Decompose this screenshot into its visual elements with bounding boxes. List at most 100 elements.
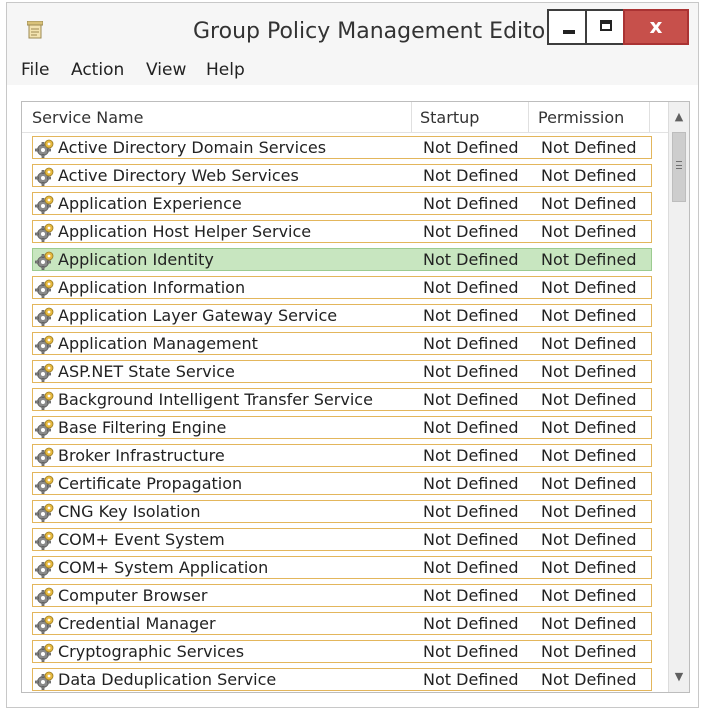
service-name-cell: COM+ System Application: [58, 558, 269, 577]
service-gear-icon: [35, 278, 55, 298]
service-name-cell: Data Deduplication Service: [58, 670, 277, 689]
startup-cell: Not Defined: [423, 642, 519, 661]
service-name-cell: Cryptographic Services: [58, 642, 245, 661]
scrollbar-thumb[interactable]: [672, 132, 686, 202]
table-row[interactable]: Application Identity Not Defined Not Defin…: [32, 248, 652, 271]
table-row[interactable]: COM+ System Application Not Defined Not De…: [32, 556, 652, 579]
service-gear-icon: [35, 418, 55, 438]
table-row[interactable]: Certificate Propagation Not Defined Not De…: [32, 472, 652, 495]
chevron-down-icon[interactable]: ▼: [672, 670, 686, 684]
startup-cell: Not Defined: [423, 586, 519, 605]
service-gear-icon: [35, 334, 55, 354]
policy-document-icon: [27, 21, 43, 39]
table-row[interactable]: Application Host Helper Service Not Defin…: [32, 220, 652, 243]
service-name-cell: Credential Manager: [58, 614, 216, 633]
table-row[interactable]: Application Information Not Defined Not De…: [32, 276, 652, 299]
service-name-cell: Active Directory Domain Services: [58, 138, 327, 157]
minimize-icon: [563, 30, 575, 34]
service-gear-icon: [35, 166, 55, 186]
permission-cell: Not Defined: [541, 530, 637, 549]
service-gear-icon: [35, 614, 55, 634]
service-name-cell: Background Intelligent Transfer Service: [58, 390, 373, 409]
service-name-cell: Base Filtering Engine: [58, 418, 227, 437]
table-row[interactable]: CNG Key Isolation Not Defined Not Defined: [32, 500, 652, 523]
service-gear-icon: [35, 530, 55, 550]
column-divider[interactable]: [528, 102, 529, 132]
permission-cell: Not Defined: [541, 502, 637, 521]
table-row[interactable]: Active Directory Domain Services Not Defi…: [32, 136, 652, 159]
service-name-cell: Application Identity: [58, 250, 214, 269]
permission-cell: Not Defined: [541, 670, 637, 689]
service-gear-icon: [35, 642, 55, 662]
startup-cell: Not Defined: [423, 362, 519, 381]
permission-cell: Not Defined: [541, 418, 637, 437]
vertical-scrollbar[interactable]: ▲ ▼: [668, 102, 689, 692]
service-name-cell: Broker Infrastructure: [58, 446, 225, 465]
startup-cell: Not Defined: [423, 558, 519, 577]
menu-view[interactable]: View: [146, 60, 186, 80]
chevron-up-icon[interactable]: ▲: [672, 110, 686, 124]
startup-cell: Not Defined: [423, 138, 519, 157]
maximize-icon: [600, 20, 612, 31]
window-title: Group Policy Management Editor: [193, 19, 555, 44]
service-gear-icon: [35, 194, 55, 214]
table-row[interactable]: ASP.NET State Service Not Defined Not Defi…: [32, 360, 652, 383]
service-gear-icon: [35, 362, 55, 382]
service-gear-icon: [35, 446, 55, 466]
service-gear-icon: [35, 558, 55, 578]
table-row[interactable]: Application Experience Not Defined Not Def…: [32, 192, 652, 215]
service-gear-icon: [35, 250, 55, 270]
table-row[interactable]: Background Intelligent Transfer Service N…: [32, 388, 652, 411]
column-header-service-name[interactable]: Service Name: [32, 108, 143, 127]
service-name-cell: CNG Key Isolation: [58, 502, 201, 521]
permission-cell: Not Defined: [541, 306, 637, 325]
startup-cell: Not Defined: [423, 222, 519, 241]
table-row[interactable]: Broker Infrastructure Not Defined Not Defi…: [32, 444, 652, 467]
table-row[interactable]: Credential Manager Not Defined Not Defined: [32, 612, 652, 635]
menu-bar: File Action View Help: [7, 55, 698, 85]
startup-cell: Not Defined: [423, 166, 519, 185]
table-row[interactable]: Computer Browser Not Defined Not Defined: [32, 584, 652, 607]
permission-cell: Not Defined: [541, 138, 637, 157]
startup-cell: Not Defined: [423, 474, 519, 493]
menu-help[interactable]: Help: [206, 60, 245, 80]
editor-window: Group Policy Management Editor x File Ac…: [6, 2, 699, 708]
permission-cell: Not Defined: [541, 474, 637, 493]
services-list[interactable]: Service Name Startup Permission Active D…: [21, 101, 690, 693]
table-row[interactable]: Data Deduplication Service Not Defined Not…: [32, 668, 652, 691]
title-bar[interactable]: Group Policy Management Editor x: [7, 3, 698, 55]
service-gear-icon: [35, 138, 55, 158]
startup-cell: Not Defined: [423, 670, 519, 689]
service-gear-icon: [35, 222, 55, 242]
close-button[interactable]: x: [623, 9, 689, 45]
permission-cell: Not Defined: [541, 194, 637, 213]
permission-cell: Not Defined: [541, 166, 637, 185]
column-header-permission[interactable]: Permission: [538, 108, 624, 127]
table-row[interactable]: Application Management Not Defined Not Def…: [32, 332, 652, 355]
table-row[interactable]: COM+ Event System Not Defined Not Defined: [32, 528, 652, 551]
permission-cell: Not Defined: [541, 390, 637, 409]
menu-file[interactable]: File: [21, 60, 49, 80]
column-divider[interactable]: [649, 102, 650, 132]
permission-cell: Not Defined: [541, 222, 637, 241]
column-divider[interactable]: [411, 102, 412, 132]
table-row[interactable]: Active Directory Web Services Not Defined…: [32, 164, 652, 187]
service-name-cell: Application Experience: [58, 194, 242, 213]
service-gear-icon: [35, 586, 55, 606]
list-header: Service Name Startup Permission: [22, 102, 668, 133]
service-gear-icon: [35, 502, 55, 522]
table-row[interactable]: Cryptographic Services Not Defined Not Def…: [32, 640, 652, 663]
service-name-cell: Active Directory Web Services: [58, 166, 299, 185]
table-row[interactable]: Base Filtering Engine Not Defined Not Defi…: [32, 416, 652, 439]
menu-action[interactable]: Action: [71, 60, 124, 80]
service-gear-icon: [35, 474, 55, 494]
service-gear-icon: [35, 306, 55, 326]
grip-icon: [676, 161, 682, 169]
startup-cell: Not Defined: [423, 194, 519, 213]
startup-cell: Not Defined: [423, 614, 519, 633]
permission-cell: Not Defined: [541, 446, 637, 465]
startup-cell: Not Defined: [423, 446, 519, 465]
service-name-cell: Application Layer Gateway Service: [58, 306, 338, 325]
column-header-startup[interactable]: Startup: [420, 108, 479, 127]
table-row[interactable]: Application Layer Gateway Service Not Def…: [32, 304, 652, 327]
